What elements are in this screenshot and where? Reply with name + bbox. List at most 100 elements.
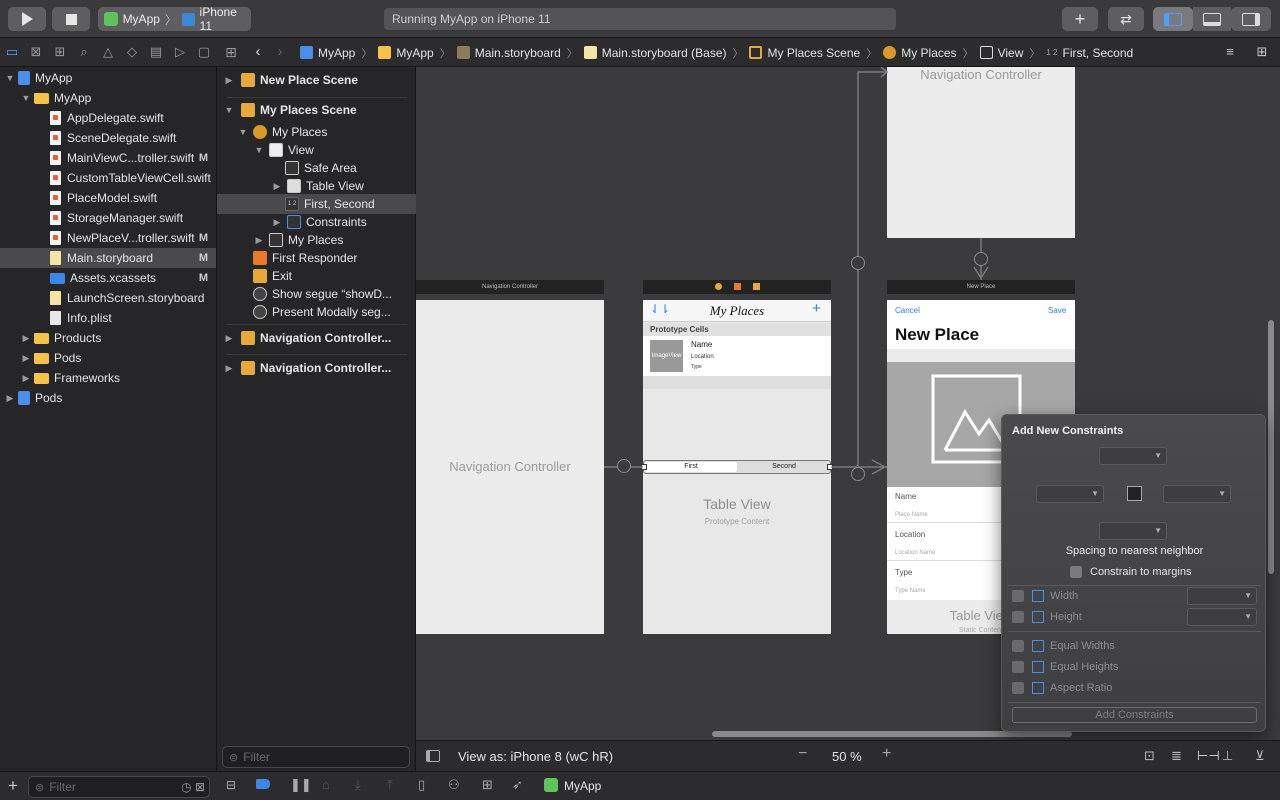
outline-item-my-places-vc[interactable]: ▼ My Places	[237, 122, 327, 142]
folder-navigator-icon[interactable]: ▭	[4, 44, 20, 60]
checkbox[interactable]	[1012, 682, 1024, 694]
outline-scene-nav-controller-2[interactable]: ▶ Navigation Controller...	[217, 358, 416, 378]
navigator-item[interactable]: AppDelegate.swift	[0, 108, 216, 128]
checkbox[interactable]	[1070, 566, 1082, 578]
checkbox[interactable]	[1012, 640, 1024, 652]
navigator-item[interactable]: SceneDelegate.swift	[0, 128, 216, 148]
breadcrumb-item[interactable]: My Places	[883, 46, 962, 60]
breadcrumb-item[interactable]: MyApp	[378, 46, 439, 60]
disclosure-right-icon[interactable]: ▶	[20, 333, 32, 344]
outline-item-segmented-control[interactable]: 1 2 First, Second	[217, 194, 416, 214]
checkbox[interactable]	[1012, 611, 1024, 623]
outline-scene-my-places[interactable]: ▼ My Places Scene	[217, 100, 416, 120]
step-out-icon[interactable]: ⤒	[387, 777, 393, 793]
toggle-debug-button[interactable]	[1193, 7, 1231, 31]
checkbox[interactable]	[1012, 661, 1024, 673]
navigator-item[interactable]: Info.plist	[0, 308, 216, 328]
navigator-item[interactable]: MainViewC...troller.swift M	[0, 148, 216, 168]
trailing-spacing-field[interactable]: ▼	[1163, 485, 1231, 503]
outline-scene-nav-controller-1[interactable]: ▶ Navigation Controller...	[217, 328, 416, 348]
debug-navigator-icon[interactable]: ▤	[148, 44, 164, 60]
outline-item-constraints[interactable]: ▶ Constraints	[271, 212, 367, 232]
breadcrumb-item[interactable]: Main.storyboard (Base)	[583, 46, 733, 60]
disclosure-right-icon[interactable]: ▶	[4, 393, 16, 404]
navigator-item[interactable]: StorageManager.swift	[0, 208, 216, 228]
align-icon[interactable]: ⊻	[1255, 748, 1265, 764]
source-control-icon[interactable]: ⊠	[28, 44, 44, 60]
navigator-item[interactable]: CustomTableViewCell.swift	[0, 168, 216, 188]
navigator-item[interactable]: ▼ MyApp	[0, 88, 216, 108]
step-over-icon[interactable]: ⌂	[322, 777, 330, 792]
outline-item-first-responder[interactable]: First Responder	[253, 248, 357, 268]
view-hierarchy-icon[interactable]: ▯	[418, 777, 425, 793]
breadcrumb-item[interactable]: View	[979, 46, 1030, 60]
width-value-field[interactable]: ▼	[1187, 587, 1257, 605]
checkbox[interactable]	[1012, 590, 1024, 602]
view-as-label[interactable]: View as: iPhone 8 (wC hR)	[458, 749, 613, 764]
navigator-item[interactable]: Assets.xcassets M	[0, 268, 216, 288]
segue-icon[interactable]	[974, 252, 988, 266]
add-editor-icon[interactable]: ⊞	[1252, 44, 1272, 60]
segue-icon[interactable]	[617, 459, 631, 473]
outline-filter-field[interactable]: ⊜ Filter	[222, 746, 410, 768]
pause-icon[interactable]: ❚❚	[290, 777, 312, 793]
breadcrumb-item[interactable]: 1 2 First, Second	[1046, 46, 1139, 60]
library-button[interactable]: +	[1062, 7, 1098, 31]
add-file-icon[interactable]: +	[8, 776, 18, 796]
navigator-item[interactable]: ▼ MyApp	[0, 68, 216, 88]
debug-area-icon[interactable]: ⊟	[226, 778, 236, 792]
bottom-spacing-field[interactable]: ▼	[1099, 522, 1167, 540]
equal-widths-row[interactable]: Equal Widths	[1012, 636, 1115, 656]
width-row[interactable]: Width	[1012, 586, 1078, 606]
navigator-filter-field[interactable]: ⊜ Filter ◷ ⊠	[28, 776, 210, 798]
disclosure-down-icon[interactable]: ▼	[20, 93, 32, 103]
forward-arrow-icon[interactable]: ›	[272, 44, 288, 60]
navigator-item[interactable]: ▶ Pods	[0, 348, 216, 368]
height-value-field[interactable]: ▼	[1187, 608, 1257, 626]
resolve-issues-icon[interactable]: ⊥	[1222, 748, 1233, 764]
navigator-item[interactable]: ▶ Products	[0, 328, 216, 348]
related-items-icon[interactable]: ⊞	[223, 44, 239, 60]
top-spacing-field[interactable]: ▼	[1099, 447, 1167, 465]
embed-stack-icon[interactable]: ≣	[1171, 748, 1182, 764]
segue-icon[interactable]	[851, 467, 865, 481]
add-constraints-icon[interactable]: ⊢⊣	[1197, 748, 1220, 764]
height-row[interactable]: Height	[1012, 607, 1082, 627]
vertical-scrollbar[interactable]	[1268, 320, 1274, 574]
segue-icon[interactable]	[851, 256, 865, 270]
outline-item-table-view[interactable]: ▶ Table View	[271, 176, 364, 196]
outline-scene-new-place[interactable]: ▶ New Place Scene	[217, 70, 416, 90]
stop-button[interactable]	[52, 7, 90, 31]
navigator-item[interactable]: ▶ Frameworks	[0, 368, 216, 388]
toggle-outline-icon[interactable]	[426, 750, 440, 762]
memory-graph-icon[interactable]: ⚇	[448, 777, 460, 793]
zoom-in-icon[interactable]: +	[882, 745, 891, 763]
recent-files-icon[interactable]: ◷ ⊠	[181, 780, 205, 794]
symbol-navigator-icon[interactable]: ⊞	[52, 44, 68, 60]
breadcrumb-item[interactable]: Main.storyboard	[456, 46, 567, 60]
outline-item-safe-area[interactable]: Safe Area	[285, 158, 357, 178]
location-icon[interactable]: ➶	[512, 777, 523, 793]
back-arrow-icon[interactable]: ‹	[250, 44, 266, 60]
toggle-navigator-button[interactable]	[1153, 7, 1193, 31]
editor-options-icon[interactable]: ≡	[1220, 44, 1240, 60]
disclosure-right-icon[interactable]: ▶	[20, 373, 32, 384]
step-into-icon[interactable]: ⤓	[355, 777, 361, 793]
navigator-item[interactable]: Main.storyboard M	[0, 248, 216, 268]
search-icon[interactable]: ⌕	[76, 44, 92, 60]
navigator-item[interactable]: PlaceModel.swift	[0, 188, 216, 208]
leading-spacing-field[interactable]: ▼	[1036, 485, 1104, 503]
toggle-inspector-button[interactable]	[1231, 7, 1271, 31]
outline-item-nav-item[interactable]: ▶ My Places	[253, 230, 343, 250]
report-navigator-icon[interactable]: ▢	[196, 44, 212, 60]
constrain-margins-checkbox[interactable]: Constrain to margins	[1070, 566, 1192, 578]
environment-icon[interactable]: ⊞	[482, 777, 493, 793]
test-navigator-icon[interactable]: ◇	[124, 44, 140, 60]
outline-item-view[interactable]: ▼ View	[253, 140, 314, 160]
navigator-item[interactable]: LaunchScreen.storyboard	[0, 288, 216, 308]
navigator-item[interactable]: NewPlaceV...troller.swift M	[0, 228, 216, 248]
add-constraints-button[interactable]: Add Constraints	[1012, 707, 1257, 723]
equal-heights-row[interactable]: Equal Heights	[1012, 657, 1119, 677]
outline-item-exit[interactable]: Exit	[253, 266, 292, 286]
disclosure-right-icon[interactable]: ▶	[20, 353, 32, 364]
